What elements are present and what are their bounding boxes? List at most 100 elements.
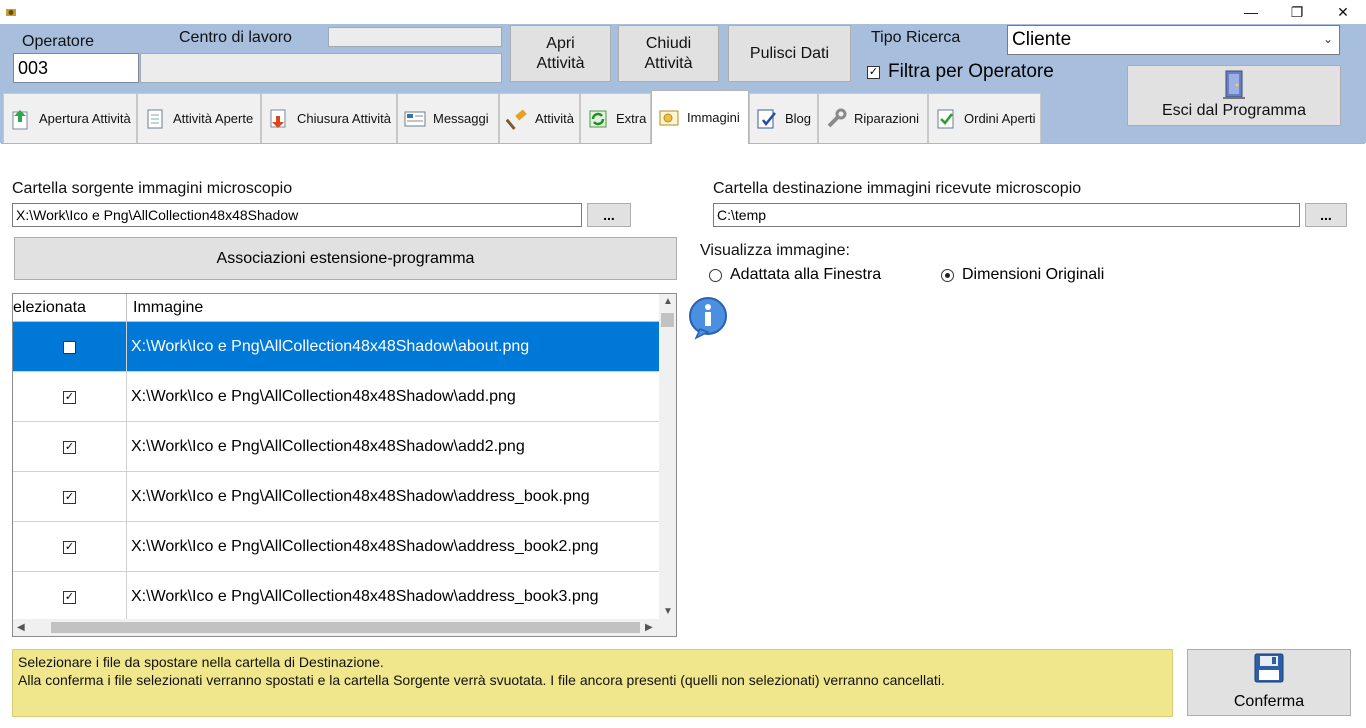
row-checkbox-cell[interactable]: ✓ [13,322,127,372]
pulisci-dati-button[interactable]: Pulisci Dati [728,25,851,82]
filtra-operatore-checkbox[interactable]: ✓ Filtra per Operatore [867,61,1054,83]
notice-line-2: Alla conferma i file selezionati verrann… [18,672,945,688]
tab-messaggi[interactable]: Messaggi [397,93,499,143]
tab-attivita-aperte[interactable]: Attività Aperte [137,93,261,143]
chevron-down-icon: ⌄ [1322,32,1333,46]
apri-line2: Attività [536,54,585,72]
table-row[interactable]: ✓ X:\Work\Ico e Png\AllCollection48x48Sh… [13,522,659,572]
row-checkbox-cell[interactable]: ✓ [13,572,127,622]
scroll-down-icon[interactable]: ▼ [663,606,673,617]
row-path: X:\Work\Ico e Png\AllCollection48x48Shad… [131,488,590,505]
notice-line-1: Selezionare i file da spostare nella car… [18,654,384,670]
apri-attivita-button[interactable]: Apri Attività [510,25,611,82]
download-icon [268,108,290,130]
tab-label: Ordini Aperti [964,111,1036,126]
minimize-button[interactable]: — [1228,0,1274,24]
tab-label: Messaggi [433,111,489,126]
document-icon [144,108,166,130]
grid-header: elezionata Immagine [13,294,659,322]
operatore-label: Operatore [22,33,95,50]
row-checkbox[interactable]: ✓ [63,440,76,454]
chiudi-line1: Chiudi [645,34,692,52]
tipo-ricerca-label: Tipo Ricerca [871,29,961,46]
radio-circle[interactable] [941,268,954,282]
hammer-icon [506,108,528,130]
tab-attivita[interactable]: Attività [499,93,580,143]
row-checkbox[interactable]: ✓ [63,540,76,554]
scroll-right-icon[interactable]: ▶ [645,622,653,633]
scroll-up-icon[interactable]: ▲ [663,296,673,307]
close-button[interactable]: ✕ [1320,0,1366,24]
centro-lavoro-name-field[interactable] [140,53,502,83]
scroll-left-icon[interactable]: ◀ [17,622,25,633]
row-path: X:\Work\Ico e Png\AllCollection48x48Shad… [131,588,599,605]
row-checkbox[interactable]: ✓ [63,490,76,504]
wrench-icon [825,108,847,130]
table-row[interactable]: ✓ X:\Work\Ico e Png\AllCollection48x48Sh… [13,322,659,372]
row-path: X:\Work\Ico e Png\AllCollection48x48Shad… [131,538,599,555]
row-checkbox-cell[interactable]: ✓ [13,422,127,472]
checkbox-box[interactable]: ✓ [867,65,880,79]
radio-adattata[interactable]: Adattata alla Finestra [709,266,881,284]
dest-folder-label: Cartella destinazione immagini ricevute … [713,180,1082,197]
table-row[interactable]: ✓ X:\Work\Ico e Png\AllCollection48x48Sh… [13,572,659,622]
row-checkbox-cell[interactable]: ✓ [13,372,127,422]
radio-circle[interactable] [709,268,722,282]
tab-immagini[interactable]: Immagini [651,90,749,144]
col-header-immagine[interactable]: Immagine [127,294,659,322]
dest-browse-button[interactable]: ... [1305,203,1347,227]
refresh-icon [587,108,609,130]
source-folder-label: Cartella sorgente immagini microscopio [12,180,293,197]
horizontal-scroll-thumb[interactable] [51,622,640,633]
restore-button[interactable]: ❐ [1274,0,1320,24]
images-icon [658,107,680,129]
table-row[interactable]: ✓ X:\Work\Ico e Png\AllCollection48x48Sh… [13,472,659,522]
operatore-field[interactable]: 003 [13,53,139,83]
tab-label: Chiusura Attività [297,111,391,126]
tab-riparazioni[interactable]: Riparazioni [818,93,928,143]
tab-label: Attività Aperte [173,111,254,126]
source-folder-input[interactable]: X:\Work\Ico e Png\AllCollection48x48Shad… [12,203,582,227]
col-header-selezionata[interactable]: elezionata [13,294,127,322]
tab-chiusura-attivita[interactable]: Chiusura Attività [261,93,397,143]
blog-icon [756,108,778,130]
chiudi-line2: Attività [644,54,693,72]
associazioni-button[interactable]: Associazioni estensione-programma [14,237,677,280]
row-checkbox[interactable]: ✓ [63,340,76,354]
message-icon [404,108,426,130]
filtra-operatore-label: Filtra per Operatore [888,61,1054,82]
horizontal-scrollbar[interactable]: ◀ ▶ [13,619,676,636]
centro-lavoro-code-field[interactable] [328,27,502,47]
source-browse-button[interactable]: ... [587,203,631,227]
table-row[interactable]: ✓ X:\Work\Ico e Png\AllCollection48x48Sh… [13,372,659,422]
vertical-scrollbar[interactable]: ▲ ▼ [659,294,676,619]
radio-dimensioni-originali[interactable]: Dimensioni Originali [941,266,1104,284]
tab-label: Attività [535,111,575,126]
esci-programma-button[interactable]: Esci dal Programma [1127,65,1341,126]
check-doc-icon [935,108,957,130]
tab-ordini-aperti[interactable]: Ordini Aperti [928,93,1041,143]
info-icon[interactable] [686,296,732,345]
row-checkbox[interactable]: ✓ [63,390,76,404]
tab-apertura-attivita[interactable]: Apertura Attività [3,93,137,143]
tipo-ricerca-select[interactable]: Cliente ⌄ [1007,25,1340,55]
conferma-button[interactable]: Conferma [1187,649,1351,716]
tab-extra[interactable]: Extra [580,93,651,143]
row-checkbox[interactable]: ✓ [63,590,76,604]
images-grid[interactable]: elezionata Immagine ✓ X:\Work\Ico e Png\… [12,293,677,637]
table-row[interactable]: ✓ X:\Work\Ico e Png\AllCollection48x48Sh… [13,422,659,472]
visualizza-label: Visualizza immagine: [700,242,850,259]
conferma-label: Conferma [1233,693,1305,710]
radio-originali-label: Dimensioni Originali [962,266,1105,283]
row-checkbox-cell[interactable]: ✓ [13,522,127,572]
row-checkbox-cell[interactable]: ✓ [13,472,127,522]
tipo-ricerca-value: Cliente [1012,29,1072,50]
vertical-scroll-thumb[interactable] [661,313,674,327]
tab-label: Blog [785,111,812,126]
apri-line1: Apri [546,34,575,52]
centro-lavoro-label: Centro di lavoro [179,29,292,46]
title-bar: — ❐ ✕ [0,0,1366,24]
chiudi-attivita-button[interactable]: Chiudi Attività [618,25,719,82]
tab-blog[interactable]: Blog [749,93,818,143]
dest-folder-input[interactable]: C:\temp [713,203,1300,227]
